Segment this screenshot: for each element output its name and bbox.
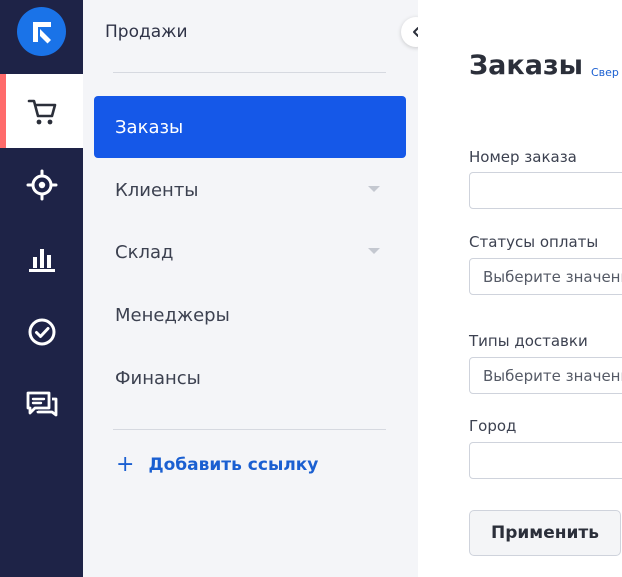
sidebar-item-orders[interactable]: Заказы <box>94 96 406 158</box>
rail-item-chats[interactable] <box>0 368 83 442</box>
delivery-type-select[interactable]: Выберите значени <box>469 357 622 394</box>
rail-item-tasks[interactable] <box>0 295 83 369</box>
sidebar-item-managers[interactable]: Менеджеры <box>94 284 406 346</box>
bar-chart-icon <box>26 244 58 274</box>
secondary-sidebar: Продажи Заказы Клиенты Склад Менеджеры Ф… <box>83 0 418 577</box>
title-link[interactable]: Свер <box>591 66 619 79</box>
app-logo-icon[interactable] <box>17 7 66 56</box>
city-label: Город <box>469 417 517 435</box>
delivery-type-label: Типы доставки <box>469 332 588 350</box>
plus-icon: + <box>116 452 135 477</box>
sidebar-item-clients[interactable]: Клиенты <box>94 159 406 221</box>
rail-item-target[interactable] <box>0 148 83 222</box>
rail-item-analytics[interactable] <box>0 222 83 296</box>
chevron-down-icon[interactable] <box>368 186 380 192</box>
apply-button[interactable]: Применить <box>469 510 621 556</box>
cart-icon <box>26 96 58 126</box>
sidebar-item-warehouse[interactable]: Склад <box>94 221 406 283</box>
main-content: Заказы Свер Номер заказа Статусы оплаты … <box>418 0 622 577</box>
sidebar-item-label: Заказы <box>115 116 184 138</box>
check-circle-icon <box>26 316 58 348</box>
sidebar-item-label: Клиенты <box>115 179 199 201</box>
sidebar-item-finance[interactable]: Финансы <box>94 347 406 409</box>
icon-rail <box>0 0 83 577</box>
sidebar-item-label: Менеджеры <box>115 304 230 326</box>
city-input[interactable] <box>469 442 622 479</box>
order-number-input[interactable] <box>469 172 622 209</box>
chat-icon <box>25 389 59 421</box>
sidebar-item-label: Финансы <box>115 367 201 389</box>
page-title: Заказы <box>469 50 584 81</box>
order-number-label: Номер заказа <box>469 148 577 166</box>
chevron-down-icon[interactable] <box>368 248 380 254</box>
payment-status-select[interactable]: Выберите значени <box>469 258 622 295</box>
add-link-label: Добавить ссылку <box>148 455 319 475</box>
divider <box>113 429 386 430</box>
add-link-button[interactable]: + Добавить ссылку <box>116 454 318 476</box>
section-title: Продажи <box>105 22 188 42</box>
payment-status-label: Статусы оплаты <box>469 233 599 251</box>
divider <box>113 72 386 73</box>
select-placeholder: Выберите значени <box>483 268 622 286</box>
select-placeholder: Выберите значени <box>483 367 622 385</box>
crosshair-icon <box>26 169 58 201</box>
rail-item-orders[interactable] <box>0 74 83 148</box>
sidebar-item-label: Склад <box>115 241 174 263</box>
